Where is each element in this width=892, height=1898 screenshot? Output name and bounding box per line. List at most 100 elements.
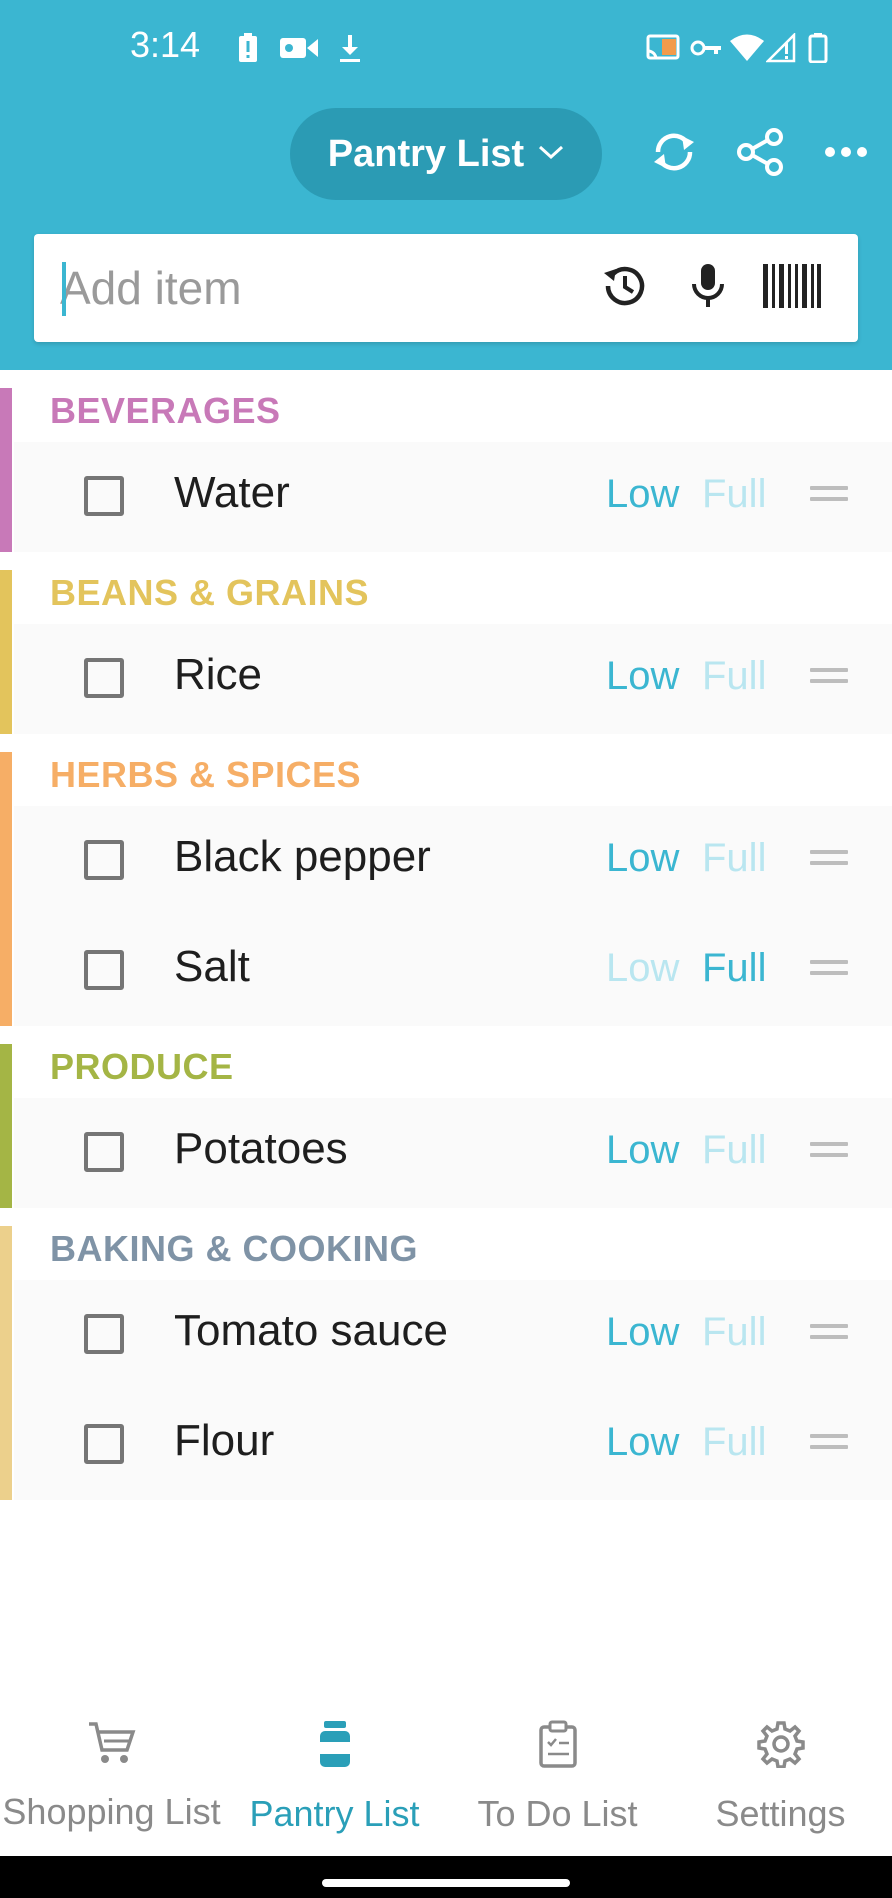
category-color-bar bbox=[0, 1226, 12, 1500]
video-camera-icon bbox=[280, 28, 320, 68]
share-icon bbox=[734, 126, 786, 183]
pantry-item-row[interactable]: Water Low Full bbox=[14, 442, 892, 552]
level-full-toggle[interactable]: Full bbox=[702, 472, 766, 517]
battery-alert-icon bbox=[236, 28, 260, 68]
category-color-bar bbox=[0, 570, 12, 734]
nav-label: Settings bbox=[715, 1793, 846, 1834]
clipboard-icon bbox=[538, 1720, 578, 1773]
drag-handle-icon[interactable] bbox=[810, 850, 848, 870]
cart-icon bbox=[87, 1720, 137, 1771]
item-checkbox[interactable] bbox=[84, 950, 124, 990]
add-item-input[interactable] bbox=[60, 252, 600, 324]
item-checkbox[interactable] bbox=[84, 476, 124, 516]
gesture-handle[interactable] bbox=[322, 1879, 570, 1887]
category-section: PRODUCE Potatoes Low Full bbox=[0, 1026, 892, 1208]
wifi-icon bbox=[730, 28, 764, 68]
list-selector-label: Pantry List bbox=[327, 132, 525, 175]
level-low-toggle[interactable]: Low bbox=[606, 836, 679, 881]
category-title: BAKING & COOKING bbox=[50, 1228, 418, 1269]
item-name: Black pepper bbox=[174, 832, 431, 881]
level-full-toggle[interactable]: Full bbox=[702, 1420, 766, 1465]
text-caret bbox=[62, 262, 66, 316]
drag-handle-icon[interactable] bbox=[810, 960, 848, 980]
gear-icon bbox=[756, 1720, 805, 1773]
more-icon bbox=[824, 145, 868, 164]
nav-item-settings[interactable]: Settings bbox=[669, 1690, 892, 1856]
nav-item-to-do-list[interactable]: To Do List bbox=[446, 1690, 669, 1856]
history-button[interactable] bbox=[596, 260, 652, 316]
category-color-bar bbox=[0, 1044, 12, 1208]
bottom-navigation: Shopping List Pantry List To Do List Settin… bbox=[0, 1690, 892, 1856]
category-title: BEVERAGES bbox=[50, 390, 281, 431]
nav-label: Shopping List bbox=[2, 1791, 221, 1832]
category-color-bar bbox=[0, 752, 12, 1026]
level-low-toggle[interactable]: Low bbox=[606, 472, 679, 517]
drag-handle-icon[interactable] bbox=[810, 1434, 848, 1454]
item-name: Water bbox=[174, 468, 290, 517]
category-section: BEVERAGES Water Low Full bbox=[0, 370, 892, 552]
level-full-toggle[interactable]: Full bbox=[702, 654, 766, 699]
sync-button[interactable] bbox=[642, 122, 706, 186]
level-low-toggle[interactable]: Low bbox=[606, 1420, 679, 1465]
item-name: Salt bbox=[174, 942, 250, 991]
nav-label: Pantry List bbox=[249, 1793, 420, 1834]
level-low-toggle[interactable]: Low bbox=[606, 1128, 679, 1173]
nav-item-pantry-list[interactable]: Pantry List bbox=[223, 1690, 446, 1856]
item-name: Potatoes bbox=[174, 1124, 348, 1173]
chevron-down-icon bbox=[538, 144, 564, 165]
pantry-item-row[interactable]: Flour Low Full bbox=[14, 1390, 892, 1500]
item-checkbox[interactable] bbox=[84, 840, 124, 880]
pantry-item-row[interactable]: Black pepper Low Full bbox=[14, 806, 892, 916]
item-name: Rice bbox=[174, 650, 263, 699]
voice-input-button[interactable] bbox=[680, 260, 736, 316]
history-icon bbox=[599, 261, 649, 316]
level-low-toggle[interactable]: Low bbox=[606, 654, 679, 699]
barcode-scan-button[interactable] bbox=[758, 260, 826, 316]
drag-handle-icon[interactable] bbox=[810, 668, 848, 688]
level-low-toggle[interactable]: Low bbox=[606, 946, 679, 991]
more-options-button[interactable] bbox=[814, 122, 878, 186]
category-section: HERBS & SPICES Black pepper Low Full Salt Low… bbox=[0, 734, 892, 1026]
vpn-key-icon bbox=[690, 28, 722, 68]
category-title: BEANS & GRAINS bbox=[50, 572, 370, 613]
battery-icon bbox=[808, 28, 828, 68]
list-selector-button[interactable]: Pantry List bbox=[290, 108, 602, 200]
category-color-bar bbox=[0, 388, 12, 552]
item-checkbox[interactable] bbox=[84, 1314, 124, 1354]
category-title: PRODUCE bbox=[50, 1046, 234, 1087]
pantry-item-row[interactable]: Tomato sauce Low Full bbox=[14, 1280, 892, 1390]
nav-item-shopping-list[interactable]: Shopping List bbox=[0, 1690, 223, 1856]
pantry-item-row[interactable]: Rice Low Full bbox=[14, 624, 892, 734]
item-name: Flour bbox=[174, 1416, 275, 1465]
category-title: HERBS & SPICES bbox=[50, 754, 362, 795]
item-checkbox[interactable] bbox=[84, 1132, 124, 1172]
system-gesture-bar bbox=[0, 1856, 892, 1898]
level-full-toggle[interactable]: Full bbox=[702, 946, 766, 991]
level-full-toggle[interactable]: Full bbox=[702, 1310, 766, 1355]
app-header: 3:14 Pantry List bbox=[0, 0, 892, 370]
category-section: BEANS & GRAINS Rice Low Full bbox=[0, 552, 892, 734]
sync-icon bbox=[650, 128, 698, 181]
level-full-toggle[interactable]: Full bbox=[702, 836, 766, 881]
signal-icon bbox=[766, 28, 796, 68]
add-item-bar bbox=[34, 234, 858, 342]
level-low-toggle[interactable]: Low bbox=[606, 1310, 679, 1355]
drag-handle-icon[interactable] bbox=[810, 1324, 848, 1344]
status-bar: 3:14 bbox=[0, 0, 892, 95]
status-time: 3:14 bbox=[130, 24, 201, 65]
mic-icon bbox=[690, 262, 726, 315]
category-section: BAKING & COOKING Tomato sauce Low Full Flour… bbox=[0, 1208, 892, 1500]
level-full-toggle[interactable]: Full bbox=[702, 1128, 766, 1173]
drag-handle-icon[interactable] bbox=[810, 486, 848, 506]
nav-label: To Do List bbox=[477, 1793, 638, 1834]
cast-icon bbox=[646, 28, 682, 68]
item-checkbox[interactable] bbox=[84, 658, 124, 698]
pantry-list: BEVERAGES Water Low Full BEANS & GRAINS Rice L… bbox=[0, 370, 892, 1500]
pantry-item-row[interactable]: Salt Low Full bbox=[14, 916, 892, 1026]
drag-handle-icon[interactable] bbox=[810, 1142, 848, 1162]
share-button[interactable] bbox=[728, 122, 792, 186]
pantry-item-row[interactable]: Potatoes Low Full bbox=[14, 1098, 892, 1208]
barcode-icon bbox=[763, 263, 821, 313]
item-checkbox[interactable] bbox=[84, 1424, 124, 1464]
item-name: Tomato sauce bbox=[174, 1306, 448, 1355]
